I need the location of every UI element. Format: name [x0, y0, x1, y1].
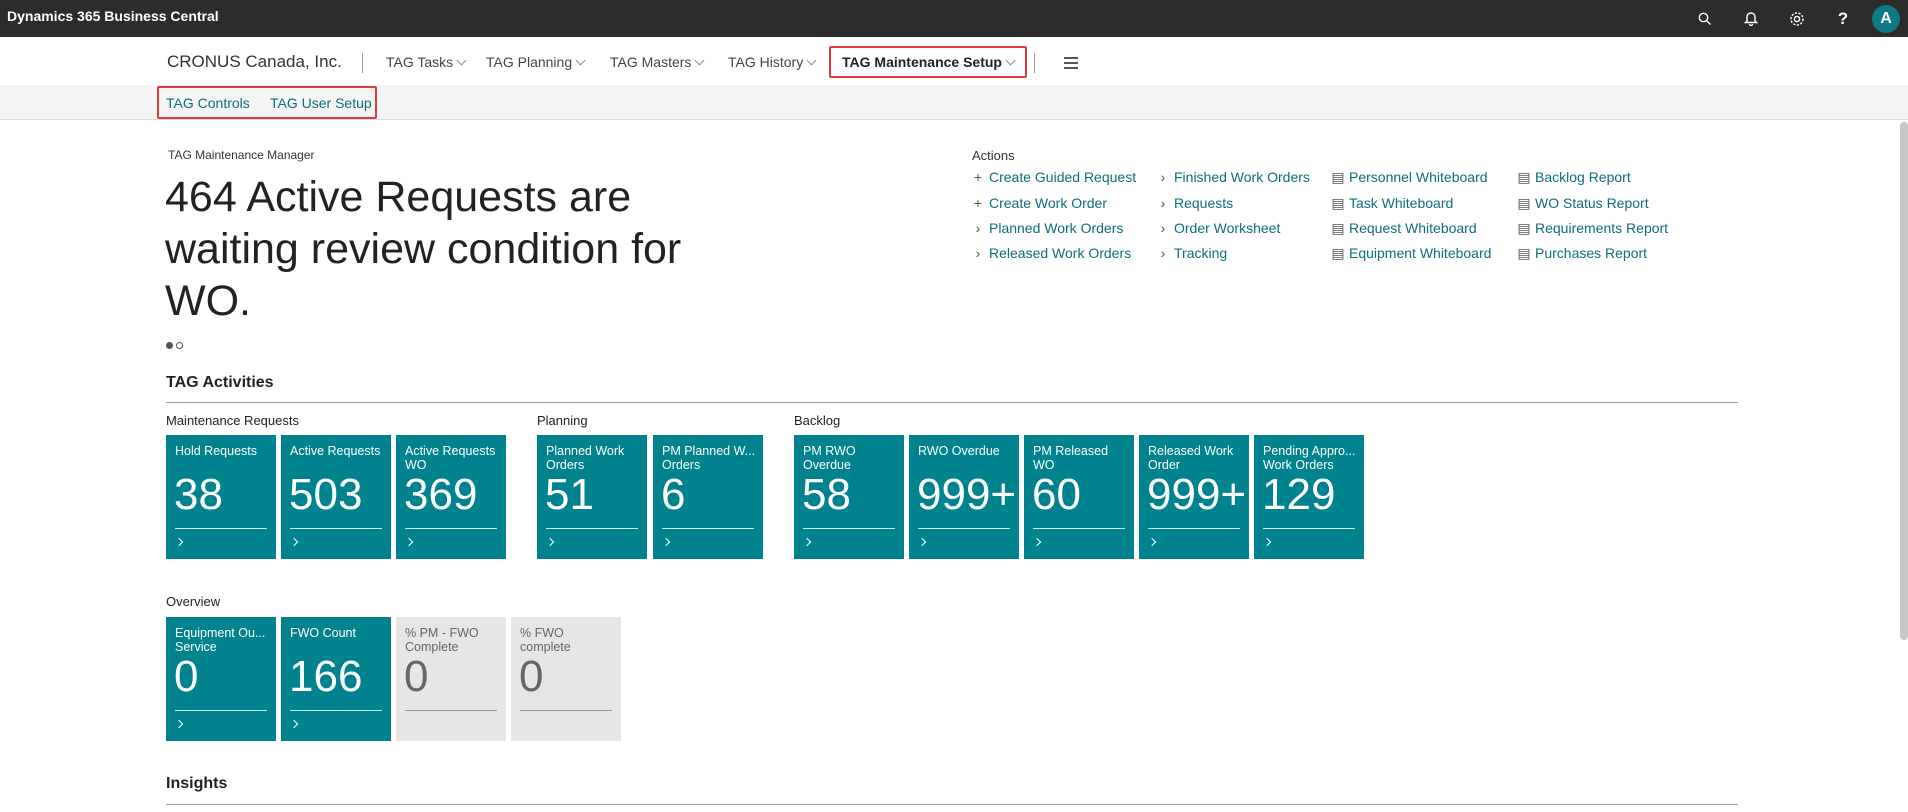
gear-icon[interactable]: [1774, 0, 1820, 37]
chevron-right-icon: [174, 719, 184, 729]
menu-tag-tasks[interactable]: TAG Tasks: [386, 54, 467, 70]
chevron-right-icon: [404, 537, 414, 547]
hamburger-icon[interactable]: [1064, 57, 1078, 72]
report-icon: ▤: [1517, 195, 1531, 211]
activities-title: TAG Activities: [166, 374, 274, 391]
plus-icon: +: [973, 195, 983, 211]
menu-tag-history[interactable]: TAG History: [728, 54, 817, 70]
section-divider: [166, 402, 1738, 403]
avatar[interactable]: A: [1872, 4, 1900, 33]
chevron-right-icon: [802, 537, 812, 547]
section-divider: [166, 804, 1738, 805]
insights-title: Insights: [166, 775, 228, 792]
tile-pm-released-wo[interactable]: PM Released WO 60: [1024, 435, 1134, 559]
group-planning: Planning: [537, 413, 588, 428]
chevron-down-icon: [575, 55, 586, 66]
action-planned-work-orders[interactable]: › Planned Work Orders: [971, 220, 1124, 236]
chevron-right-icon: [1262, 537, 1272, 547]
bell-icon[interactable]: [1728, 0, 1774, 37]
action-create-guided-request[interactable]: + Create Guided Request: [971, 169, 1136, 185]
chevron-right-icon: [661, 537, 671, 547]
subnav-tag-controls[interactable]: TAG Controls: [166, 95, 250, 111]
app-bar: Dynamics 365 Business Central ? A: [0, 0, 1908, 37]
action-personnel-whiteboard[interactable]: ▤ Personnel Whiteboard: [1331, 169, 1487, 186]
chevron-right-icon: [545, 537, 555, 547]
chevron-right-icon: [1147, 537, 1157, 547]
menu-tag-maintenance-setup[interactable]: TAG Maintenance Setup: [842, 54, 1016, 70]
action-create-work-order[interactable]: + Create Work Order: [971, 195, 1107, 211]
chevron-right-icon: ›: [1160, 195, 1166, 211]
group-maintenance-requests: Maintenance Requests: [166, 413, 299, 428]
nav-separator: [1034, 53, 1035, 73]
report-icon: ▤: [1331, 169, 1345, 185]
nav-separator: [362, 53, 363, 73]
group-overview: Overview: [166, 594, 221, 609]
menu-tag-planning[interactable]: TAG Planning: [486, 54, 586, 70]
report-icon: ▤: [1517, 220, 1531, 236]
plus-icon: +: [973, 169, 983, 185]
company-name[interactable]: CRONUS Canada, Inc.: [167, 52, 342, 72]
app-bar-icons: ? A: [1682, 0, 1908, 37]
report-icon: ▤: [1517, 169, 1531, 185]
tile-pm-planned-work-orders[interactable]: PM Planned W... Orders 6: [653, 435, 763, 559]
action-request-whiteboard[interactable]: ▤ Request Whiteboard: [1331, 220, 1476, 237]
action-requirements-report[interactable]: ▤ Requirements Report: [1517, 220, 1668, 237]
tile-pm-rwo-overdue[interactable]: PM RWO Overdue 58: [794, 435, 904, 559]
chevron-down-icon: [1005, 55, 1016, 66]
action-order-worksheet[interactable]: › Order Worksheet: [1156, 220, 1281, 236]
tile-active-requests-wo[interactable]: Active Requests WO 369: [396, 435, 506, 559]
tile-fwo-count[interactable]: FWO Count 166: [281, 617, 391, 741]
tile-pct-pm-fwo-complete[interactable]: % PM - FWO Complete 0: [396, 617, 506, 741]
report-icon: ▤: [1331, 220, 1345, 236]
report-icon: ▤: [1331, 195, 1345, 211]
menu-tag-masters[interactable]: TAG Masters: [610, 54, 705, 70]
tile-pending-approval-work-orders[interactable]: Pending Appro... Work Orders 129: [1254, 435, 1364, 559]
tile-active-requests[interactable]: Active Requests 503: [281, 435, 391, 559]
action-finished-work-orders[interactable]: › Finished Work Orders: [1156, 169, 1310, 185]
subnav-tag-user-setup[interactable]: TAG User Setup: [270, 95, 372, 111]
action-equipment-whiteboard[interactable]: ▤ Equipment Whiteboard: [1331, 245, 1491, 262]
action-wo-status-report[interactable]: ▤ WO Status Report: [1517, 195, 1648, 212]
action-released-work-orders[interactable]: › Released Work Orders: [971, 245, 1131, 261]
action-task-whiteboard[interactable]: ▤ Task Whiteboard: [1331, 195, 1453, 212]
search-icon[interactable]: [1682, 0, 1728, 37]
report-icon: ▤: [1331, 245, 1345, 261]
action-backlog-report[interactable]: ▤ Backlog Report: [1517, 169, 1630, 186]
chevron-right-icon: ›: [1160, 220, 1166, 236]
report-icon: ▤: [1517, 245, 1531, 261]
carousel-dots: [166, 342, 183, 349]
carousel-dot[interactable]: [176, 342, 183, 349]
tile-released-work-order[interactable]: Released Work Order 999+: [1139, 435, 1249, 559]
role-caption: TAG Maintenance Manager: [168, 148, 315, 162]
chevron-right-icon: ›: [975, 245, 981, 261]
chevron-right-icon: [1032, 537, 1042, 547]
chevron-down-icon: [456, 55, 467, 66]
tile-pct-fwo-complete[interactable]: % FWO complete 0: [511, 617, 621, 741]
vertical-scrollbar[interactable]: [1900, 122, 1908, 640]
app-title[interactable]: Dynamics 365 Business Central: [7, 8, 219, 24]
tile-equipment-out-of-service[interactable]: Equipment Ou... Service 0: [166, 617, 276, 741]
carousel-dot-active[interactable]: [166, 342, 173, 349]
chevron-right-icon: ›: [1160, 245, 1166, 261]
action-purchases-report[interactable]: ▤ Purchases Report: [1517, 245, 1647, 262]
chevron-right-icon: ›: [1160, 169, 1166, 185]
tile-rwo-overdue[interactable]: RWO Overdue 999+: [909, 435, 1019, 559]
action-tracking[interactable]: › Tracking: [1156, 245, 1228, 261]
group-backlog: Backlog: [794, 413, 841, 428]
chevron-right-icon: [289, 719, 299, 729]
chevron-right-icon: [289, 537, 299, 547]
chevron-right-icon: [174, 537, 184, 547]
headline-text: 464 Active Requests are waiting review c…: [165, 173, 682, 325]
chevron-right-icon: [917, 537, 927, 547]
tile-planned-work-orders[interactable]: Planned Work Orders 51: [537, 435, 647, 559]
navigation-bar: CRONUS Canada, Inc. TAG Tasks TAG Planni…: [0, 37, 1908, 85]
chevron-down-icon: [806, 55, 817, 66]
sub-navigation: TAG Controls TAG User Setup: [0, 85, 1908, 120]
chevron-down-icon: [694, 55, 705, 66]
tile-hold-requests[interactable]: Hold Requests 38: [166, 435, 276, 559]
actions-title: Actions: [972, 148, 1015, 163]
chevron-right-icon: ›: [975, 220, 981, 236]
help-icon[interactable]: ?: [1820, 0, 1866, 37]
action-requests[interactable]: › Requests: [1156, 195, 1234, 211]
